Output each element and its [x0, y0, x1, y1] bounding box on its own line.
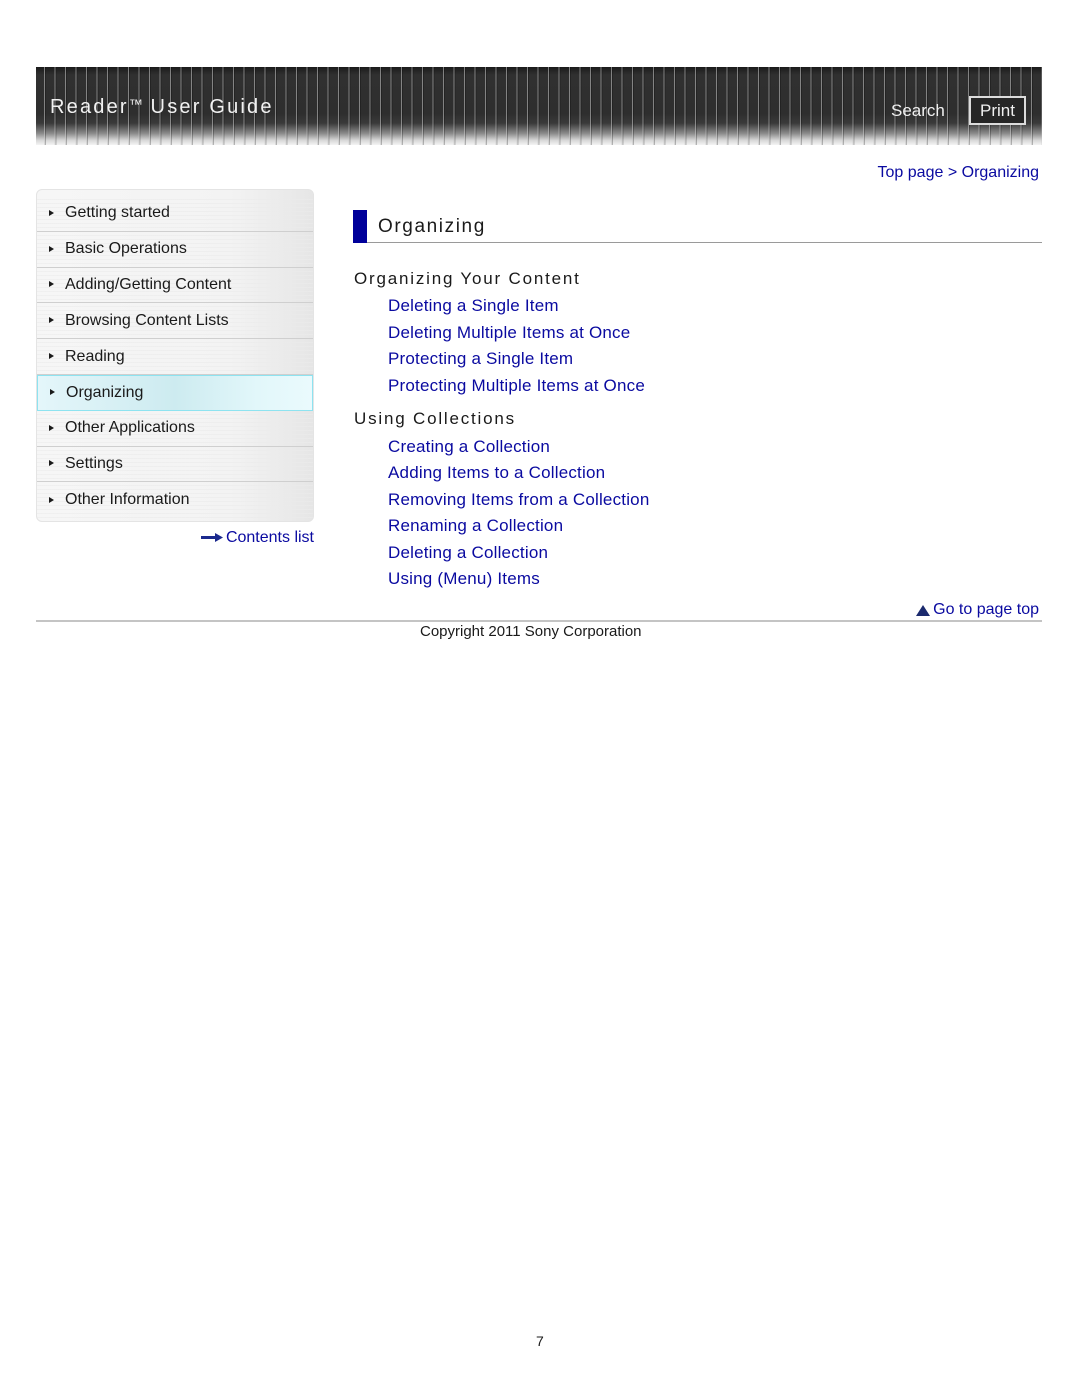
sidebar-item-adding-getting-content[interactable]: Adding/Getting Content	[37, 267, 313, 304]
sidebar-item-other-applications[interactable]: Other Applications	[37, 410, 313, 447]
title-accent-bar	[353, 210, 367, 243]
sidebar-item-label: Browsing Content Lists	[65, 311, 229, 329]
sidebar-item-other-information[interactable]: Other Information	[37, 482, 313, 519]
section-heading-organizing-your-content: Organizing Your Content	[354, 269, 581, 288]
sidebar-item-label: Settings	[65, 454, 123, 472]
section-heading-using-collections: Using Collections	[354, 409, 516, 428]
link-protecting-multiple-items[interactable]: Protecting Multiple Items at Once	[388, 376, 645, 396]
page-title: Organizing	[378, 216, 486, 237]
caret-right-icon	[49, 209, 54, 216]
print-button[interactable]: Print	[969, 96, 1026, 125]
link-renaming-collection[interactable]: Renaming a Collection	[388, 516, 563, 536]
caret-right-icon	[49, 496, 54, 503]
arrow-right-icon	[200, 533, 223, 542]
sidebar-item-label: Reading	[65, 347, 125, 365]
contents-list-label: Contents list	[225, 529, 314, 546]
footer-divider	[36, 620, 1042, 622]
app-title-text: Reader	[50, 96, 129, 118]
link-protecting-single-item[interactable]: Protecting a Single Item	[388, 349, 573, 369]
app-title-rest: User Guide	[142, 96, 274, 118]
page-title-block: Organizing	[353, 210, 1042, 243]
page-number: 7	[536, 1333, 544, 1349]
link-using-menu-items[interactable]: Using (Menu) Items	[388, 569, 540, 589]
link-adding-items-to-collection[interactable]: Adding Items to a Collection	[388, 463, 605, 483]
caret-right-icon	[49, 424, 54, 431]
sidebar-nav: Getting started Basic Operations Adding/…	[36, 189, 314, 522]
caret-right-icon	[49, 353, 54, 360]
link-deleting-single-item[interactable]: Deleting a Single Item	[388, 296, 559, 316]
breadcrumb-top-page[interactable]: Top page	[878, 164, 944, 181]
link-creating-collection[interactable]: Creating a Collection	[388, 437, 550, 457]
trademark-symbol: ™	[128, 96, 143, 112]
caret-right-icon	[49, 460, 54, 467]
sidebar-item-browsing-content-lists[interactable]: Browsing Content Lists	[37, 303, 313, 340]
go-to-page-top-link[interactable]: Go to page top	[916, 601, 1039, 619]
search-link[interactable]: Search	[891, 101, 945, 121]
caret-right-icon	[50, 389, 55, 396]
sidebar-item-settings[interactable]: Settings	[37, 446, 313, 483]
sidebar-item-label: Adding/Getting Content	[65, 275, 232, 293]
app-title: Reader™ User Guide	[50, 96, 274, 119]
header-bar: Reader™ User Guide Search Print	[36, 67, 1042, 145]
caret-right-icon	[49, 281, 54, 288]
copyright-text: Copyright 2011 Sony Corporation	[420, 623, 642, 640]
caret-right-icon	[49, 317, 54, 324]
breadcrumb: Top page > Organizing	[878, 164, 1039, 182]
link-removing-items-from-collection[interactable]: Removing Items from a Collection	[388, 490, 650, 510]
sidebar-item-getting-started[interactable]: Getting started	[37, 196, 313, 232]
up-triangle-icon	[916, 604, 931, 616]
contents-list-link[interactable]: Contents list	[200, 529, 314, 547]
sidebar-item-label: Organizing	[66, 383, 144, 401]
sidebar-item-label: Getting started	[65, 204, 170, 222]
breadcrumb-separator: >	[947, 164, 962, 181]
link-deleting-multiple-items[interactable]: Deleting Multiple Items at Once	[388, 323, 630, 343]
sidebar-item-label: Other Applications	[65, 419, 195, 437]
breadcrumb-organizing[interactable]: Organizing	[962, 164, 1039, 181]
sidebar-item-label: Other Information	[65, 491, 190, 509]
caret-right-icon	[49, 245, 54, 252]
sidebar-item-basic-operations[interactable]: Basic Operations	[37, 231, 313, 268]
link-deleting-collection[interactable]: Deleting a Collection	[388, 543, 548, 563]
sidebar-item-label: Basic Operations	[65, 240, 187, 258]
sidebar-item-reading[interactable]: Reading	[37, 339, 313, 375]
sidebar-item-organizing[interactable]: Organizing	[37, 374, 313, 411]
go-to-page-top-label: Go to page top	[933, 601, 1039, 618]
